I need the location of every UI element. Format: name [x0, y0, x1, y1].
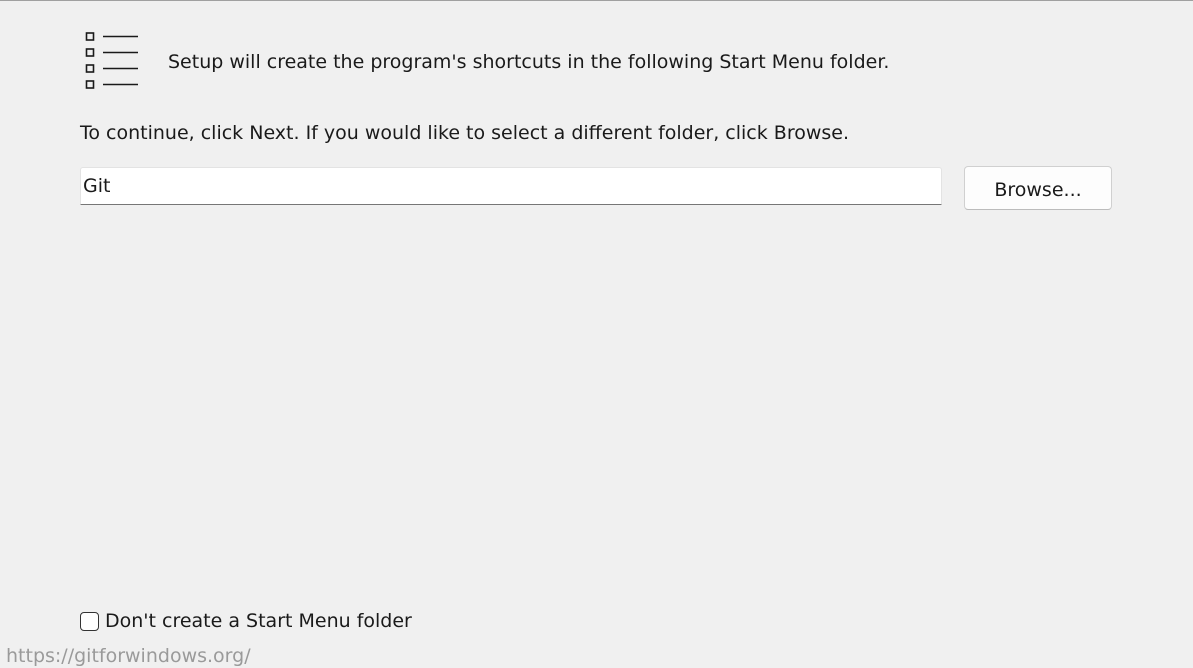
no-start-menu-option[interactable]: Don't create a Start Menu folder	[80, 608, 412, 634]
intro-text: Setup will create the program's shortcut…	[168, 51, 890, 73]
window-top-border	[0, 0, 1193, 1]
start-menu-folder-input[interactable]	[80, 167, 942, 205]
browse-button[interactable]: Browse...	[964, 166, 1112, 210]
footer-url-link[interactable]: https://gitforwindows.org/	[6, 644, 251, 668]
instruction-text: To continue, click Next. If you would li…	[80, 122, 850, 144]
no-start-menu-checkbox[interactable]	[80, 611, 99, 631]
no-start-menu-label[interactable]: Don't create a Start Menu folder	[105, 608, 412, 634]
list-icon	[85, 32, 138, 89]
